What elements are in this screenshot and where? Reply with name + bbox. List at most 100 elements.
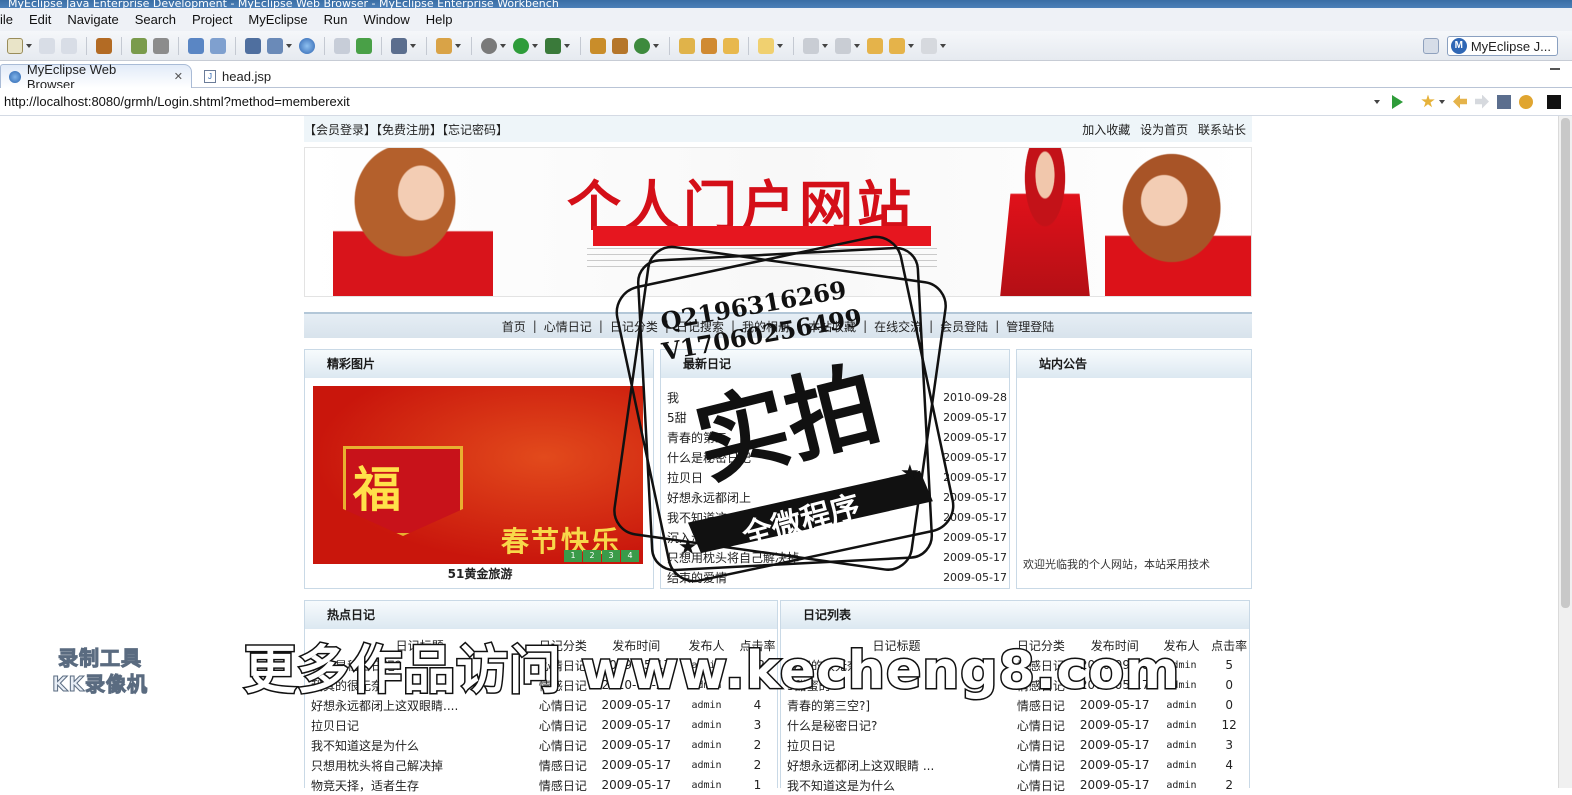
vertical-scrollbar[interactable] xyxy=(1558,116,1572,788)
favorites-icon[interactable] xyxy=(1421,94,1435,108)
tab-web-browser[interactable]: MyEclipse Web Browser ✕ xyxy=(0,62,192,92)
new-project-icon[interactable] xyxy=(590,37,606,54)
menu-project[interactable]: Project xyxy=(184,12,240,27)
annotation-dropdown-icon[interactable] xyxy=(777,43,783,48)
list-item[interactable]: 结束的爱情 2009-05-17 xyxy=(667,568,1007,588)
new-class-dropdown-icon[interactable] xyxy=(455,43,461,48)
tab-head-jsp[interactable]: J head.jsp xyxy=(196,64,279,88)
external-tools-dropdown-icon[interactable] xyxy=(564,43,570,48)
debug-dropdown-icon[interactable] xyxy=(500,43,506,48)
deploy-icon[interactable] xyxy=(188,37,204,54)
bug-icon[interactable] xyxy=(131,37,147,54)
nav-home[interactable]: 首页 xyxy=(502,318,526,335)
nav-diary-category[interactable]: 日记分类 xyxy=(610,318,658,335)
contact-link[interactable]: 联系站长 xyxy=(1198,123,1246,137)
scrollbar-thumb[interactable] xyxy=(1561,118,1570,608)
list-item[interactable]: 青春的第三 2009-05-17 xyxy=(667,428,1007,448)
add-icon[interactable] xyxy=(356,37,372,54)
prev-annotation-dropdown-icon[interactable] xyxy=(854,43,860,48)
close-icon[interactable]: ✕ xyxy=(174,70,183,83)
list-item[interactable]: 我不知道这 2009-05-17 xyxy=(667,508,1007,528)
table-row[interactable]: 拉贝日记 心情日记 2009-05-17 admin 3 xyxy=(787,735,1249,755)
member-links[interactable]: 【会员登录】【免费注册】【忘记密码】 xyxy=(304,121,508,138)
table-row[interactable]: 什么是秘密日记? 心情日记 2009-05-17 admin 12 xyxy=(787,715,1249,735)
new-package-icon[interactable] xyxy=(612,37,628,54)
table-row[interactable]: 物竞天择，适者生存 情感日记 2009-05-17 admin 1 xyxy=(311,775,777,795)
nav-mood-diary[interactable]: 心情日记 xyxy=(544,318,592,335)
forward-icon[interactable] xyxy=(921,37,937,54)
table-row[interactable]: 我不知道这是为什么 心情日记 2009-05-17 admin 2 xyxy=(787,775,1249,795)
annotation-icon[interactable] xyxy=(758,37,774,54)
favorites-dropdown-icon[interactable] xyxy=(1439,99,1445,104)
nav-member-login[interactable]: 会员登陆 xyxy=(940,318,988,335)
new-icon[interactable] xyxy=(7,37,23,54)
debug-icon[interactable] xyxy=(481,37,497,54)
new-class-icon[interactable] xyxy=(436,37,452,54)
go-icon[interactable] xyxy=(1392,94,1403,109)
list-item[interactable]: 拉贝日 2009-05-17 xyxy=(667,468,1007,488)
list-item[interactable]: 沉入海底的 2009-05-17 xyxy=(667,528,1007,548)
open-type-icon[interactable] xyxy=(245,37,261,54)
window-icon[interactable] xyxy=(267,37,283,54)
monitor-dropdown-icon[interactable] xyxy=(410,43,416,48)
globe-icon[interactable] xyxy=(299,37,315,54)
back-dropdown-icon[interactable] xyxy=(908,43,914,48)
add-favorite-link[interactable]: 加入收藏 xyxy=(1082,123,1130,137)
open-folder-icon[interactable] xyxy=(679,37,695,54)
table-row[interactable]: 拉贝日记 心情日记 2009-05-17 admin 3 xyxy=(311,715,777,735)
featured-picture[interactable]: 福 春节快乐 1 2 3 4 xyxy=(313,386,643,564)
browser-forward-icon[interactable] xyxy=(1475,94,1489,109)
prev-annotation-icon[interactable] xyxy=(835,37,851,54)
menu-edit[interactable]: Edit xyxy=(21,12,59,27)
run-dropdown-icon[interactable] xyxy=(532,43,538,48)
pager-1[interactable]: 1 xyxy=(564,550,582,562)
list-item[interactable]: 5甜 2009-05-17 xyxy=(667,408,1007,428)
back-icon[interactable] xyxy=(889,37,905,54)
print-icon[interactable] xyxy=(61,37,77,54)
list-item[interactable]: 只想用枕头将自己解决掉 2009-05-17 xyxy=(667,548,1007,568)
last-edit-icon[interactable] xyxy=(867,37,883,54)
refresh-icon[interactable] xyxy=(634,37,650,54)
menu-navigate[interactable]: Navigate xyxy=(59,12,126,27)
pager-3[interactable]: 3 xyxy=(602,550,620,562)
browser-refresh-icon[interactable] xyxy=(1519,94,1533,109)
new-dropdown-icon[interactable] xyxy=(26,43,32,48)
menu-file[interactable]: ile xyxy=(0,12,21,27)
browser-extra-icon[interactable] xyxy=(1547,94,1561,109)
set-homepage-link[interactable]: 设为首页 xyxy=(1140,123,1188,137)
save-icon[interactable] xyxy=(39,37,55,54)
menu-myeclipse[interactable]: MyEclipse xyxy=(240,12,315,27)
list-item[interactable]: 好想永远都闭上 2009-05-17 xyxy=(667,488,1007,508)
window-dropdown-icon[interactable] xyxy=(286,43,292,48)
run-icon[interactable] xyxy=(513,37,529,54)
list-item[interactable]: 我 2010-09-28 xyxy=(667,388,1007,408)
table-row[interactable]: 我不知道这是为什么 心情日记 2009-05-17 admin 2 xyxy=(311,735,777,755)
refresh-dropdown-icon[interactable] xyxy=(653,43,659,48)
nav-diary-search[interactable]: 日记搜索 xyxy=(676,318,724,335)
undeploy-icon[interactable] xyxy=(210,37,226,54)
menu-run[interactable]: Run xyxy=(316,12,356,27)
pen-icon[interactable] xyxy=(701,37,717,54)
url-history-dropdown-icon[interactable] xyxy=(1374,99,1380,104)
browser-back-icon[interactable] xyxy=(1453,94,1467,109)
next-annotation-dropdown-icon[interactable] xyxy=(822,43,828,48)
table-row[interactable]: 只想用枕头将自己解决掉 情感日记 2009-05-17 admin 2 xyxy=(311,755,777,775)
table-row[interactable]: 好想永远都闭上这双眼睛 ... 心情日记 2009-05-17 admin 4 xyxy=(787,755,1249,775)
server-icon[interactable] xyxy=(153,37,169,54)
forward-dropdown-icon[interactable] xyxy=(940,43,946,48)
next-annotation-icon[interactable] xyxy=(803,37,819,54)
picture-caption[interactable]: 51黄金旅游 xyxy=(305,565,655,582)
nav-admin-login[interactable]: 管理登陆 xyxy=(1006,318,1054,335)
menu-window[interactable]: Window xyxy=(356,12,418,27)
minimize-icon[interactable] xyxy=(1550,68,1560,70)
pager-2[interactable]: 2 xyxy=(583,550,601,562)
menu-help[interactable]: Help xyxy=(418,12,461,27)
package-icon[interactable] xyxy=(96,37,112,54)
nav-chat[interactable]: 在线交流 xyxy=(874,318,922,335)
open-perspective-icon[interactable] xyxy=(1422,38,1439,54)
menu-search[interactable]: Search xyxy=(127,12,184,27)
list-item[interactable]: 什么是秘密日记 2009-05-17 xyxy=(667,448,1007,468)
nav-favorites[interactable]: 本站收藏 xyxy=(808,318,856,335)
nav-album[interactable]: 我的相册 xyxy=(742,318,790,335)
external-tools-icon[interactable] xyxy=(545,37,561,54)
